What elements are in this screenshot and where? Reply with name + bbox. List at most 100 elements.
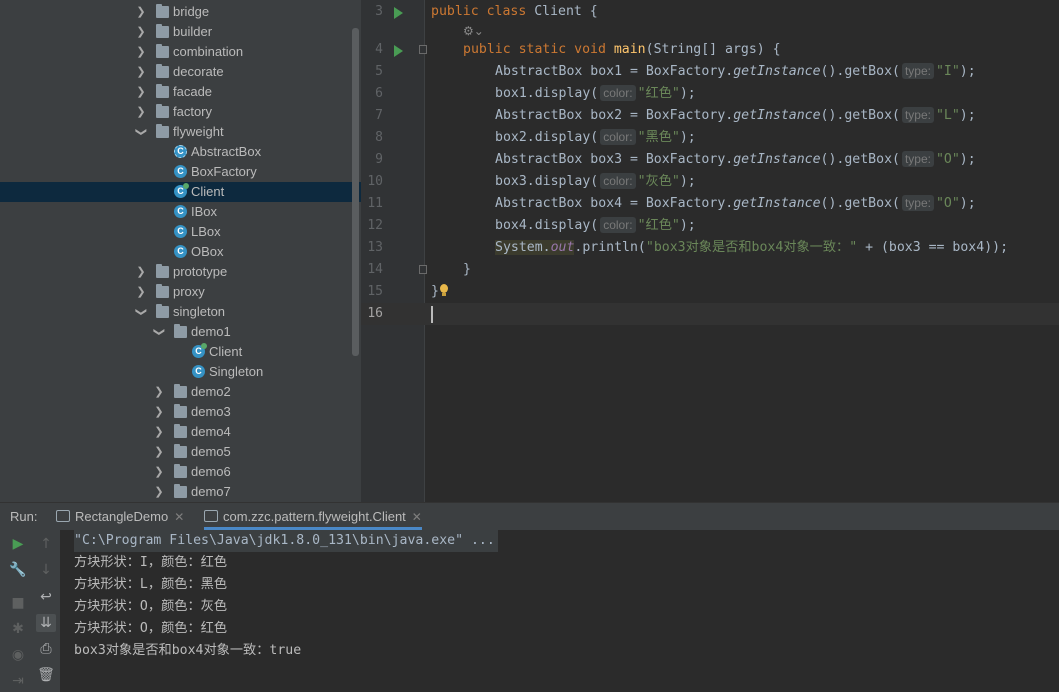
- project-tree: ❯ bridge ❯ builder ❯ combination ❯ decor…: [0, 0, 361, 502]
- code-vision-icon[interactable]: ⚙⌄: [463, 24, 484, 38]
- close-icon[interactable]: ✕: [174, 510, 184, 524]
- arrow-up-icon[interactable]: ↑: [36, 535, 56, 553]
- fold-icon[interactable]: [419, 45, 427, 54]
- print-icon[interactable]: ⎙: [36, 640, 56, 658]
- line-number: 8: [375, 130, 383, 145]
- param-hint: type:: [901, 107, 934, 123]
- line-number: 13: [367, 240, 383, 255]
- folder-icon: [156, 44, 169, 58]
- tree-item-demo5[interactable]: ❯ demo5: [0, 442, 361, 462]
- tree-item-bridge[interactable]: ❯ bridge: [0, 2, 361, 22]
- abstract-class-icon: C: [174, 145, 187, 158]
- console-output[interactable]: "C:\Program Files\Java\jdk1.8.0_131\bin\…: [60, 530, 1059, 692]
- console-line: box3对象是否和box4对象一致：true: [74, 643, 302, 658]
- param-hint: color:: [600, 85, 636, 101]
- wrench-icon[interactable]: 🔧: [8, 561, 28, 579]
- tree-item-prototype[interactable]: ❯ prototype: [0, 262, 361, 282]
- folder-icon: [156, 304, 169, 318]
- class-icon: C: [192, 365, 205, 378]
- fold-icon[interactable]: [419, 265, 427, 274]
- runnable-class-icon: C: [174, 183, 189, 198]
- param-hint: type:: [901, 195, 934, 211]
- run-label: Run:: [10, 509, 38, 524]
- code-line: 3 public class Client {: [361, 1, 1059, 23]
- class-icon: C: [174, 205, 187, 218]
- scroll-to-end-icon[interactable]: ⇊: [36, 614, 56, 632]
- tree-item-boxfactory[interactable]: C BoxFactory: [0, 162, 361, 182]
- chevron-right-icon[interactable]: ❯: [153, 382, 165, 402]
- rerun-icon[interactable]: ▶: [8, 535, 28, 553]
- chevron-right-icon[interactable]: ❯: [135, 82, 147, 102]
- tree-item-singleton-class[interactable]: C Singleton: [0, 362, 361, 382]
- tree-item-ibox[interactable]: C IBox: [0, 202, 361, 222]
- camera-icon[interactable]: ◉: [8, 646, 28, 664]
- code-line: 13 System.out.println("box3对象是否和box4对象一致…: [361, 237, 1059, 259]
- folder-icon: [156, 4, 169, 18]
- trash-icon[interactable]: 🗑: [36, 666, 56, 684]
- param-hint: color:: [600, 217, 636, 233]
- param-hint: type:: [901, 63, 934, 79]
- tree-item-builder[interactable]: ❯ builder: [0, 22, 361, 42]
- lightbulb-icon[interactable]: [440, 284, 448, 296]
- tree-item-client[interactable]: C Client: [0, 182, 361, 202]
- chevron-down-icon[interactable]: ❯: [149, 326, 169, 338]
- tab-flyweight-client[interactable]: com.zzc.pattern.flyweight.Client ✕: [204, 503, 422, 530]
- chevron-right-icon[interactable]: ❯: [135, 2, 147, 22]
- tree-item-demo1[interactable]: ❯ demo1: [0, 322, 361, 342]
- tree-item-flyweight[interactable]: ❯ flyweight: [0, 122, 361, 142]
- chevron-right-icon[interactable]: ❯: [153, 462, 165, 482]
- tree-item-demo1-client[interactable]: C Client: [0, 342, 361, 362]
- tree-item-demo4[interactable]: ❯ demo4: [0, 422, 361, 442]
- chevron-right-icon[interactable]: ❯: [135, 102, 147, 122]
- run-toolbar: ▶ ↑ 🔧 ↓ ■ ↩ ✱ ⇊ ◉ ⎙ ⇥ 🗑: [0, 530, 60, 692]
- code-line: 10 box3.display(color: "灰色");: [361, 171, 1059, 193]
- tree-item-combination[interactable]: ❯ combination: [0, 42, 361, 62]
- line-number: 10: [367, 174, 383, 189]
- soft-wrap-icon[interactable]: ↩: [36, 588, 56, 606]
- tree-item-facade[interactable]: ❯ facade: [0, 82, 361, 102]
- chevron-right-icon[interactable]: ❯: [135, 42, 147, 62]
- line-number: 12: [367, 218, 383, 233]
- line-number: 7: [375, 108, 383, 123]
- line-number: 9: [375, 152, 383, 167]
- folder-icon: [156, 84, 169, 98]
- tree-item-demo6[interactable]: ❯ demo6: [0, 462, 361, 482]
- folder-icon: [174, 324, 187, 338]
- chevron-right-icon[interactable]: ❯: [135, 282, 147, 302]
- chevron-right-icon[interactable]: ❯: [153, 442, 165, 462]
- tree-item-decorate[interactable]: ❯ decorate: [0, 62, 361, 82]
- chevron-right-icon[interactable]: ❯: [135, 22, 147, 42]
- console-command-line[interactable]: "C:\Program Files\Java\jdk1.8.0_131\bin\…: [74, 530, 498, 552]
- run-tool-window-header: Run: RectangleDemo ✕ com.zzc.pattern.flyw…: [0, 502, 1059, 530]
- chevron-right-icon[interactable]: ❯: [153, 402, 165, 422]
- chevron-right-icon[interactable]: ❯: [135, 262, 147, 282]
- folder-icon: [156, 124, 169, 138]
- tree-item-abstractbox[interactable]: C AbstractBox: [0, 142, 361, 162]
- tree-item-demo3[interactable]: ❯ demo3: [0, 402, 361, 422]
- folder-icon: [174, 424, 187, 438]
- chevron-down-icon[interactable]: ❯: [131, 126, 151, 138]
- run-icon[interactable]: [394, 7, 403, 19]
- tree-item-demo7[interactable]: ❯ demo7: [0, 482, 361, 502]
- tree-item-obox[interactable]: C OBox: [0, 242, 361, 262]
- run-config-icon: [204, 510, 218, 522]
- stop-icon[interactable]: ■: [8, 594, 28, 612]
- code-editor[interactable]: 3 public class Client { ⚙⌄ 4 public stat…: [361, 0, 1059, 502]
- debug-icon[interactable]: ✱: [8, 620, 28, 638]
- tree-item-lbox[interactable]: C LBox: [0, 222, 361, 242]
- exit-icon[interactable]: ⇥: [8, 672, 28, 690]
- chevron-right-icon[interactable]: ❯: [153, 482, 165, 502]
- tree-item-singleton[interactable]: ❯ singleton: [0, 302, 361, 322]
- tree-item-proxy[interactable]: ❯ proxy: [0, 282, 361, 302]
- tree-item-factory[interactable]: ❯ factory: [0, 102, 361, 122]
- chevron-down-icon[interactable]: ❯: [131, 306, 151, 318]
- tree-scrollbar[interactable]: [352, 28, 359, 356]
- code-line: 9 AbstractBox box3 = BoxFactory.getInsta…: [361, 149, 1059, 171]
- chevron-right-icon[interactable]: ❯: [153, 422, 165, 442]
- run-icon[interactable]: [394, 45, 403, 57]
- arrow-down-icon[interactable]: ↓: [36, 561, 56, 579]
- tree-item-demo2[interactable]: ❯ demo2: [0, 382, 361, 402]
- tab-rectangledemo[interactable]: RectangleDemo ✕: [56, 503, 184, 530]
- close-icon[interactable]: ✕: [412, 510, 422, 524]
- chevron-right-icon[interactable]: ❯: [135, 62, 147, 82]
